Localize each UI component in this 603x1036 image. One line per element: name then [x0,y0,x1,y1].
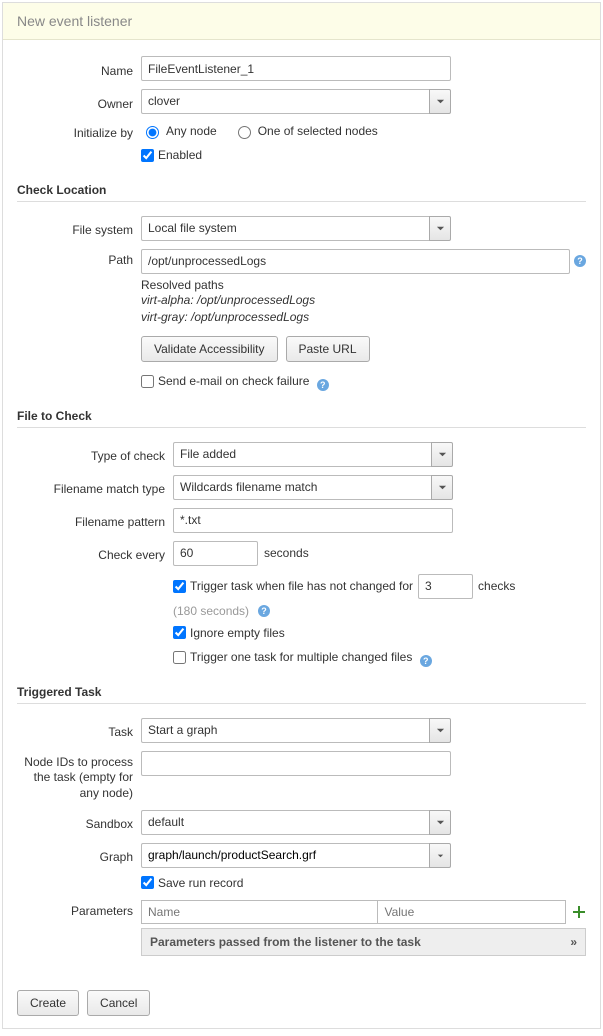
label-check-every: Check every [17,544,173,562]
create-button[interactable]: Create [17,990,79,1016]
save-run-record-checkbox-input[interactable] [141,876,154,889]
section-triggered-task: Triggered Task [17,685,586,699]
send-email-checkbox[interactable]: Send e-mail on check failure [141,374,309,388]
task-select[interactable]: Start a graph [141,718,429,743]
check-every-input[interactable] [173,541,258,566]
enabled-checkbox-input[interactable] [141,149,154,162]
trigger-not-changed-checkbox-input[interactable] [173,580,186,593]
ignore-empty-checkbox[interactable]: Ignore empty files [173,626,285,640]
file-system-select[interactable]: Local file system [141,216,429,241]
section-check-location: Check Location [17,183,586,197]
chevron-down-icon [436,726,445,735]
param-value-input[interactable] [377,900,566,924]
panel-title: New event listener [17,13,132,29]
radio-any-node[interactable]: Any node [141,123,217,139]
resolved-path-2: virt-gray: /opt/unprocessedLogs [141,309,586,326]
paste-url-button[interactable]: Paste URL [286,336,370,362]
section-file-to-check: File to Check [17,409,586,423]
checks-count-input[interactable] [418,574,473,599]
section-rule [17,703,586,704]
help-icon[interactable]: ? [258,605,270,617]
filename-match-type-toggle[interactable] [431,475,453,500]
label-name: Name [17,60,141,78]
label-sandbox: Sandbox [17,813,141,831]
label-node-ids: Node IDs to process the task (empty for … [17,751,141,802]
radio-one-of-selected[interactable]: One of selected nodes [233,123,378,139]
add-param-button[interactable] [572,905,586,919]
section-rule [17,427,586,428]
file-system-select-toggle[interactable] [429,216,451,241]
params-passed-bar[interactable]: Parameters passed from the listener to t… [141,928,586,956]
chevron-down-icon [436,818,445,827]
type-of-check-toggle[interactable] [431,442,453,467]
enabled-checkbox[interactable]: Enabled [141,148,202,162]
ignore-empty-checkbox-input[interactable] [173,626,186,639]
radio-any-node-input[interactable] [146,126,159,139]
chevron-down-icon [436,97,445,106]
panel-header: New event listener [3,3,600,40]
resolved-paths-label: Resolved paths [141,278,586,292]
owner-select-toggle[interactable] [429,89,451,114]
expand-icon: » [570,935,577,949]
section-rule [17,201,586,202]
graph-picker-toggle[interactable] [429,843,451,868]
trigger-one-task-checkbox-input[interactable] [173,651,186,664]
label-file-system: File system [17,219,141,237]
caret-down-icon [436,851,445,860]
chevron-down-icon [438,483,447,492]
sandbox-select[interactable]: default [141,810,429,835]
help-icon[interactable]: ? [317,379,329,391]
seconds-label: seconds [264,546,309,560]
checks-suffix: checks [478,579,515,593]
graph-input[interactable] [141,843,429,868]
path-input[interactable] [141,249,570,274]
filename-pattern-input[interactable] [173,508,453,533]
label-filename-match-type: Filename match type [17,478,173,496]
label-initialize-by: Initialize by [17,122,141,140]
param-name-input[interactable] [141,900,377,924]
chevron-down-icon [436,224,445,233]
validate-accessibility-button[interactable]: Validate Accessibility [141,336,278,362]
label-filename-pattern: Filename pattern [17,511,173,529]
help-icon[interactable]: ? [574,255,586,267]
chevron-down-icon [438,450,447,459]
sandbox-select-toggle[interactable] [429,810,451,835]
label-graph: Graph [17,846,141,864]
filename-match-type-select[interactable]: Wildcards filename match [173,475,431,500]
send-email-checkbox-input[interactable] [141,375,154,388]
label-task: Task [17,721,141,739]
plus-icon [573,906,585,918]
name-input[interactable] [141,56,451,81]
trigger-not-changed-checkbox[interactable]: Trigger task when file has not changed f… [173,579,413,593]
resolved-path-1: virt-alpha: /opt/unprocessedLogs [141,292,586,309]
label-parameters: Parameters [17,900,141,918]
label-owner: Owner [17,93,141,111]
checks-hint: (180 seconds) [173,604,249,618]
cancel-button[interactable]: Cancel [87,990,150,1016]
trigger-one-task-checkbox[interactable]: Trigger one task for multiple changed fi… [173,650,412,664]
type-of-check-select[interactable]: File added [173,442,431,467]
owner-select[interactable]: clover [141,89,429,114]
radio-one-of-selected-input[interactable] [238,126,251,139]
task-select-toggle[interactable] [429,718,451,743]
node-ids-input[interactable] [141,751,451,776]
label-type-of-check: Type of check [17,445,173,463]
help-icon[interactable]: ? [420,655,432,667]
label-path: Path [17,249,141,267]
save-run-record-checkbox[interactable]: Save run record [141,876,243,890]
